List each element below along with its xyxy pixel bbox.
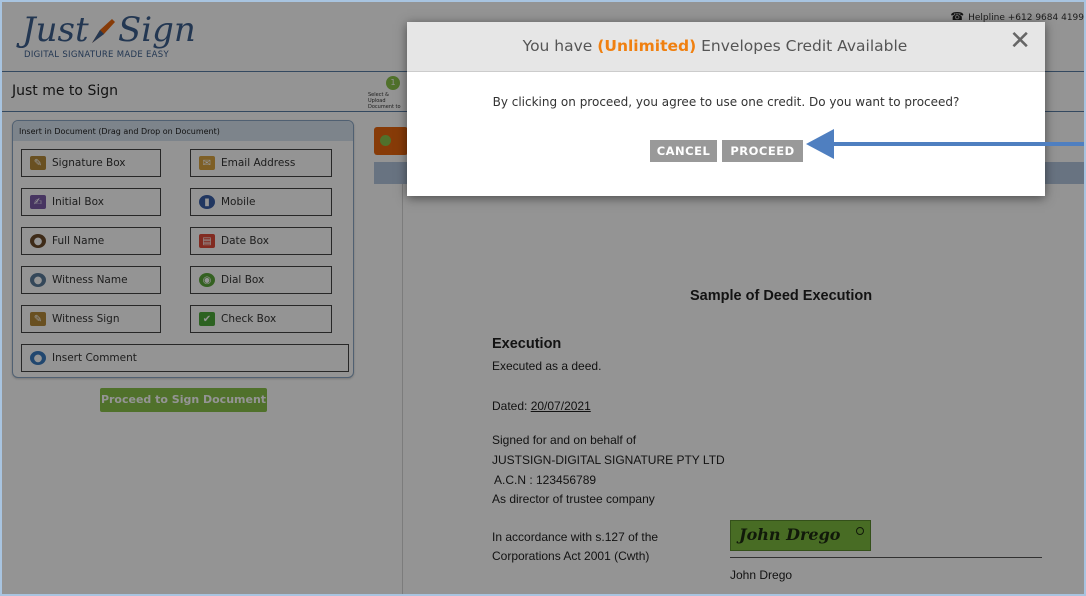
dialog-header: You have (Unlimited) Envelopes Credit Av… [407, 22, 1045, 72]
app-window: Just Sign DIGITAL SIGNATURE MADE EASY ☎ H… [0, 0, 1086, 596]
close-icon[interactable]: ✕ [1009, 28, 1031, 54]
credit-highlight: (Unlimited) [597, 37, 697, 55]
title-prefix: You have [522, 37, 593, 55]
dialog-title: You have (Unlimited) Envelopes Credit Av… [407, 37, 1023, 55]
cancel-button[interactable]: CANCEL [650, 140, 717, 162]
dialog-message: By clicking on proceed, you agree to use… [492, 95, 960, 109]
arrow-pointer-icon [806, 129, 1084, 159]
proceed-button[interactable]: PROCEED [722, 140, 803, 162]
title-suffix: Envelopes Credit Available [701, 37, 908, 55]
credit-confirm-dialog: You have (Unlimited) Envelopes Credit Av… [407, 22, 1045, 196]
